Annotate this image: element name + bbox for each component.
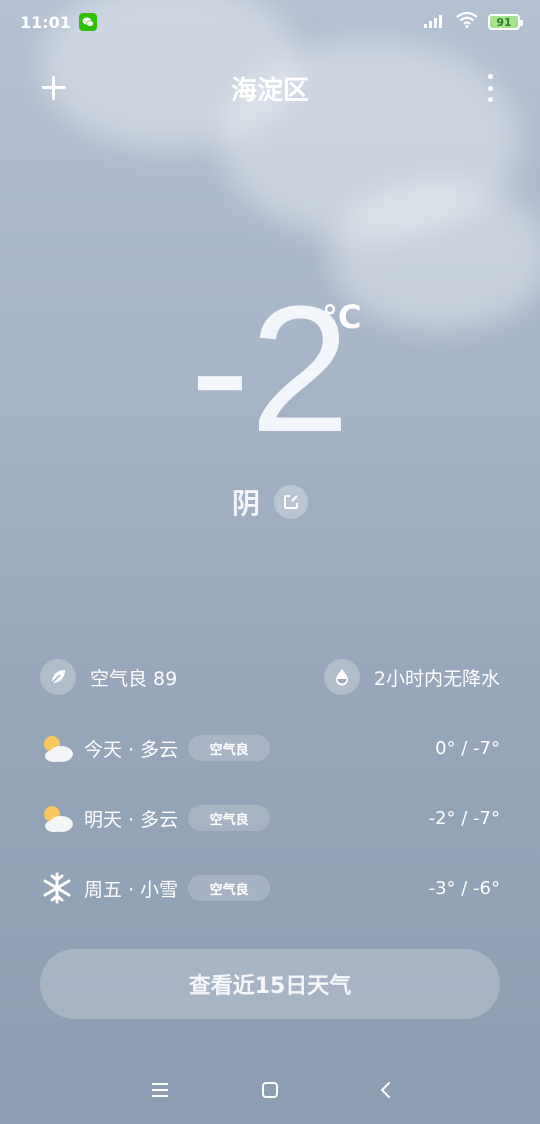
forecast-row-tomorrow[interactable]: 明天 · 多云 空气良 -2° / -7° <box>40 798 500 838</box>
forecast-day-label: 今天 · 多云 <box>84 738 179 761</box>
battery-level: 91 <box>496 15 512 29</box>
edit-icon[interactable] <box>274 485 308 519</box>
forecast-day-label: 明天 · 多云 <box>84 808 179 831</box>
aqi-badge: 空气良 <box>188 735 271 761</box>
forecast-row-today[interactable]: 今天 · 多云 空气良 0° / -7° <box>40 728 500 768</box>
temperature-range: -2° / -7° <box>428 807 500 829</box>
raindrop-icon <box>323 659 360 695</box>
precipitation-text: 2小时内无降水 <box>373 667 500 690</box>
menu-icon[interactable] <box>146 1076 174 1104</box>
aqi-badge: 空气良 <box>188 875 271 901</box>
battery-icon: 91 <box>488 14 523 30</box>
info-row: 空气良 89 2小时内无降水 <box>40 658 500 696</box>
status-time: 11:01 <box>20 12 71 32</box>
partly-cloudy-icon <box>40 801 74 835</box>
forecast-row-friday[interactable]: 周五 · 小雪 空气良 -3° / -6° <box>40 868 500 908</box>
forecast-day-label: 周五 · 小雪 <box>84 878 179 901</box>
temperature-unit: °C <box>322 298 362 336</box>
wechat-icon <box>78 13 97 31</box>
partly-cloudy-icon <box>40 731 74 765</box>
precipitation-item[interactable]: 2小时内无降水 <box>323 659 500 695</box>
temperature-range: 0° / -7° <box>435 737 500 759</box>
wifi-icon <box>456 11 478 32</box>
view-15-day-forecast-button[interactable]: 查看近15日天气 <box>40 949 500 1019</box>
back-icon[interactable] <box>372 1076 400 1104</box>
leaf-icon <box>40 659 76 695</box>
current-condition: 阴 <box>0 482 540 522</box>
condition-text: 阴 <box>231 487 260 520</box>
air-quality-text: 空气良 89 <box>90 667 178 690</box>
system-nav-bar <box>0 1064 540 1116</box>
status-bar: 11:01 91 <box>0 0 540 44</box>
air-quality-item[interactable]: 空气良 89 <box>40 659 177 695</box>
home-icon[interactable] <box>256 1076 284 1104</box>
aqi-badge: 空气良 <box>188 805 271 831</box>
more-options-button[interactable] <box>480 74 500 102</box>
snowflake-icon <box>40 871 74 905</box>
signal-icon <box>424 13 446 32</box>
top-bar: 海淀区 <box>0 60 540 116</box>
temperature-range: -3° / -6° <box>428 877 500 899</box>
city-title: 海淀区 <box>230 76 309 106</box>
current-temperature: -2 <box>189 269 351 470</box>
